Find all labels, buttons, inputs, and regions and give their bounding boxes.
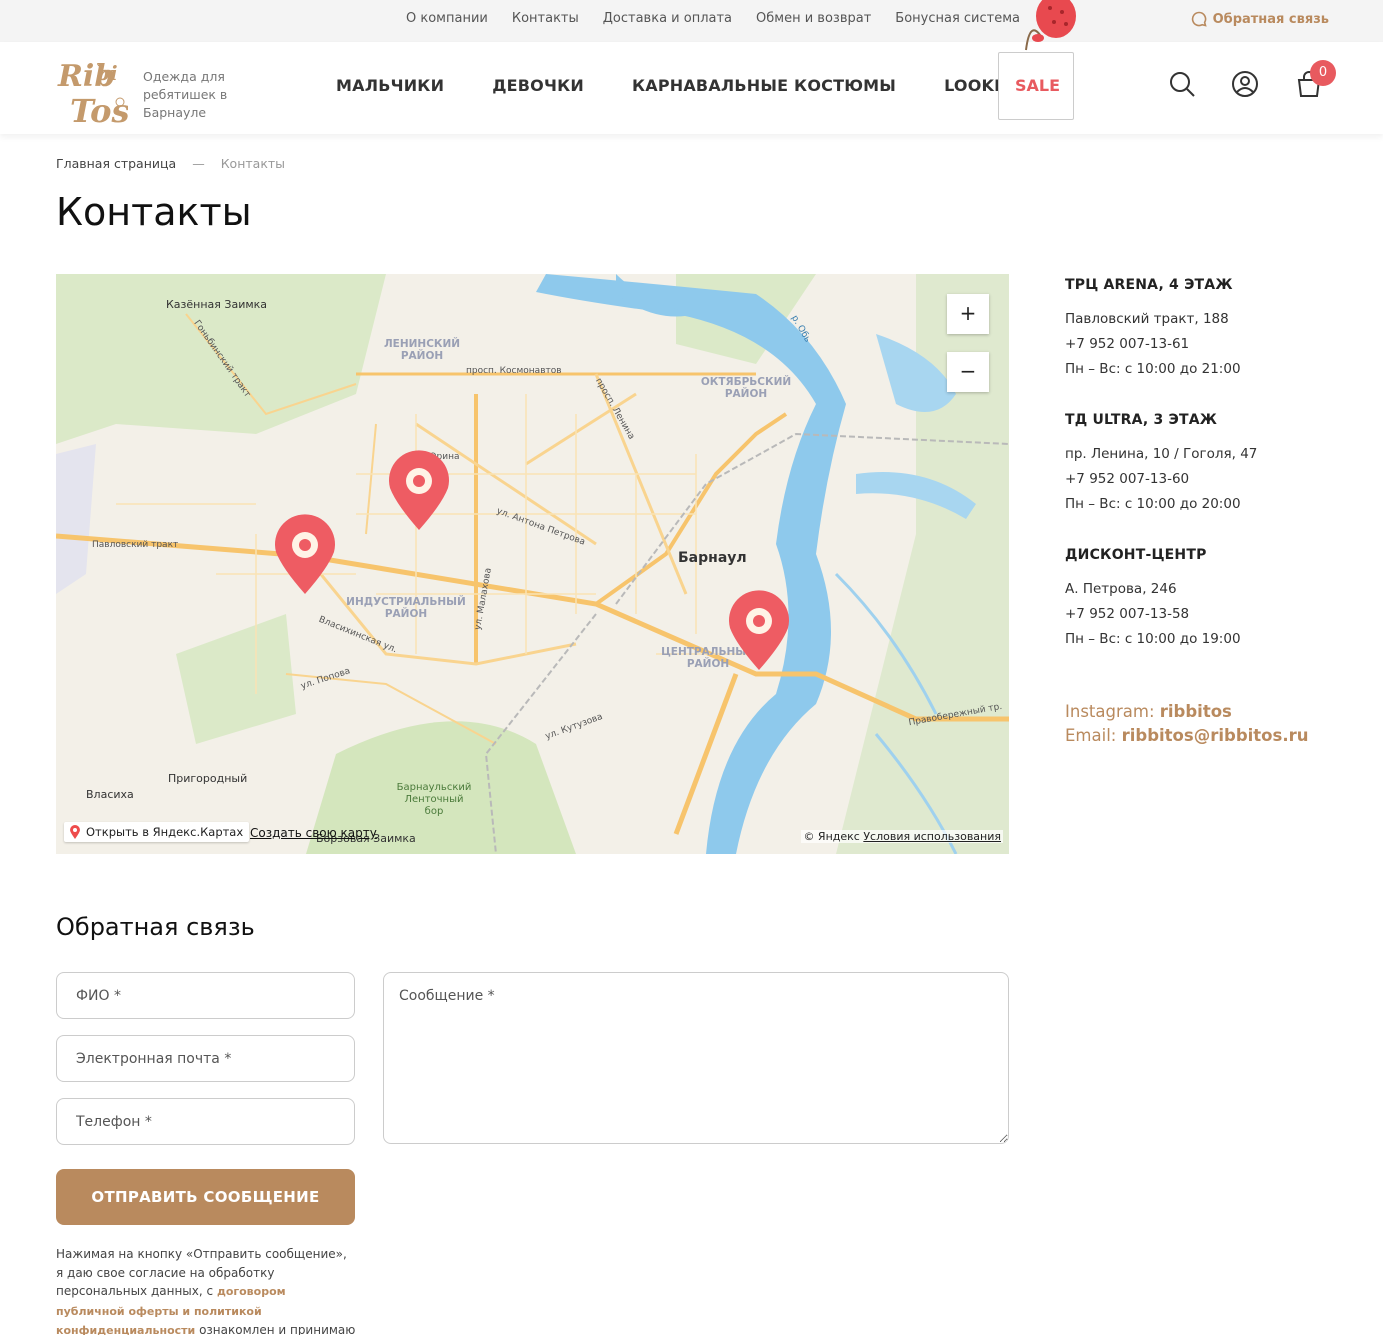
map-street-kosmonavtov: просп. Космонавтов <box>466 366 562 376</box>
store-phone[interactable]: +7 952 007-13-60 <box>1065 467 1365 492</box>
tagline: Одежда для ребятишек в Барнауле <box>143 69 228 120</box>
map-place-barnaul: Барнаул <box>678 550 747 566</box>
top-link-returns[interactable]: Обмен и возврат <box>756 11 871 26</box>
store-hours: Пн – Вс: с 10:00 до 21:00 <box>1065 361 1241 377</box>
strawberry-mascot-icon <box>1025 0 1076 51</box>
store-hours: Пн – Вс: с 10:00 до 20:00 <box>1065 496 1241 512</box>
top-link-contacts[interactable]: Контакты <box>512 11 579 26</box>
consent-text-main: Нажимая на кнопку «Отправить сообщение»,… <box>56 1247 347 1298</box>
main-nav: МАЛЬЧИКИ ДЕВОЧКИ КАРНАВАЛЬНЫЕ КОСТЮМЫ LO… <box>336 76 1047 95</box>
store-hours: Пн – Вс: с 10:00 до 19:00 <box>1065 631 1241 647</box>
store-address: А. Петрова, 246 <box>1065 581 1177 597</box>
map-pin-icon <box>70 825 80 839</box>
create-map-link[interactable]: Создать свою карту <box>250 826 377 840</box>
store-address: Павловский тракт, 188 <box>1065 311 1229 327</box>
email-link[interactable]: ribbitos@ribbitos.ru <box>1122 726 1309 745</box>
header: Rib bi Tos Одежда для ребятишек в Барнау… <box>0 0 1383 134</box>
top-link-delivery[interactable]: Доставка и оплата <box>603 11 732 26</box>
store-address: пр. Ленина, 10 / Гоголя, 47 <box>1065 446 1258 462</box>
open-in-yandex-label: Открыть в Яндекс.Картах <box>86 825 244 839</box>
store-ultra: ТД ULTRA, 3 ЭТАЖ пр. Ленина, 10 / Гоголя… <box>1065 412 1365 517</box>
store-discount: ДИСКОНТ-ЦЕНТР А. Петрова, 246 +7 952 007… <box>1065 547 1365 652</box>
stores-list: ТРЦ ARENA, 4 ЭТАЖ Павловский тракт, 188 … <box>1065 277 1365 682</box>
map-place-kazennaya: Казённая Заимка <box>166 298 268 311</box>
nav-sale[interactable]: SALE <box>1015 76 1060 95</box>
open-in-yandex-button[interactable]: Открыть в Яндекс.Картах <box>64 822 250 842</box>
instagram-link[interactable]: ribbitos <box>1160 702 1232 721</box>
consent-text-tail: ознакомлен и принимаю <box>199 1323 356 1335</box>
message-textarea[interactable] <box>383 972 1009 1144</box>
cart-count-badge: 0 <box>1310 60 1336 86</box>
nav-boys[interactable]: МАЛЬЧИКИ <box>336 76 444 95</box>
user-account-icon[interactable] <box>1231 70 1259 98</box>
store-phone[interactable]: +7 952 007-13-58 <box>1065 602 1365 627</box>
map-street-pavlovsky: Павловский тракт <box>92 540 179 550</box>
map-district-industrialny: ИНДУСТРИАЛЬНЫЙ РАЙОН <box>346 596 466 620</box>
instagram-label: Instagram: <box>1065 702 1155 721</box>
store-arena: ТРЦ ARENA, 4 ЭТАЖ Павловский тракт, 188 … <box>1065 277 1365 382</box>
store-name: ТД ULTRA, 3 ЭТАЖ <box>1065 412 1218 428</box>
store-marker-discount[interactable] <box>726 588 792 672</box>
top-link-bonus[interactable]: Бонусная система <box>895 11 1020 26</box>
social-contacts: Instagram: ribbitos Email: ribbitos@ribb… <box>1065 700 1308 748</box>
feedback-form-title: Обратная связь <box>56 913 255 941</box>
feedback-link[interactable]: Обратная связь <box>1191 11 1329 27</box>
search-icon[interactable] <box>1168 70 1196 98</box>
map-base <box>56 274 1009 854</box>
svg-text:bi: bi <box>96 61 118 85</box>
yandex-map[interactable]: Казённая Заимка Барнаул Пригородный Влас… <box>56 274 1009 854</box>
logo[interactable]: Rib bi Tos <box>56 50 130 130</box>
map-district-leninsky: ЛЕНИНСКИЙ РАЙОН <box>383 338 461 362</box>
map-place-prigorodny: Пригородный <box>168 772 248 785</box>
chat-bubble-icon <box>1191 11 1207 27</box>
feedback-link-label: Обратная связь <box>1212 11 1329 27</box>
email-input[interactable] <box>56 1035 355 1082</box>
map-place-bor: Барнаульский Ленточный бор <box>396 782 472 817</box>
breadcrumb-home[interactable]: Главная страница <box>56 156 176 171</box>
instagram-row: Instagram: ribbitos <box>1065 700 1308 724</box>
name-input[interactable] <box>56 972 355 1019</box>
map-terms-link[interactable]: Условия использования <box>863 830 1001 843</box>
page-title: Контакты <box>56 190 252 234</box>
svg-text:Tos: Tos <box>70 92 128 126</box>
submit-button[interactable]: ОТПРАВИТЬ СООБЩЕНИЕ <box>56 1169 355 1225</box>
store-name: ДИСКОНТ-ЦЕНТР <box>1065 547 1207 563</box>
map-zoom-out-button[interactable]: − <box>947 352 989 392</box>
breadcrumb-separator: — <box>192 156 205 171</box>
consent-text: Нажимая на кнопку «Отправить сообщение»,… <box>56 1245 356 1335</box>
map-district-oktyabrsky: ОКТЯБРЬСКИЙ РАЙОН <box>700 376 792 400</box>
email-row: Email: ribbitos@ribbitos.ru <box>1065 724 1308 748</box>
nav-costumes[interactable]: КАРНАВАЛЬНЫЕ КОСТЮМЫ <box>632 76 896 95</box>
breadcrumb: Главная страница — Контакты <box>56 156 285 171</box>
top-bar: О компании Контакты Доставка и оплата Об… <box>0 0 1383 42</box>
email-label: Email: <box>1065 726 1117 745</box>
breadcrumb-current: Контакты <box>220 156 286 171</box>
store-phone[interactable]: +7 952 007-13-61 <box>1065 332 1365 357</box>
map-place-vlasikha: Власиха <box>86 788 134 801</box>
store-marker-arena[interactable] <box>272 512 338 596</box>
nav-girls[interactable]: ДЕВОЧКИ <box>492 76 584 95</box>
top-link-about[interactable]: О компании <box>406 11 488 26</box>
store-marker-ultra[interactable] <box>386 448 452 532</box>
top-nav: О компании Контакты Доставка и оплата Об… <box>406 11 1020 26</box>
map-zoom-in-button[interactable]: + <box>947 294 989 334</box>
store-name: ТРЦ ARENA, 4 ЭТАЖ <box>1065 277 1233 293</box>
map-copyright-text: © Яндекс <box>803 830 860 843</box>
phone-input[interactable] <box>56 1098 355 1145</box>
map-copyright: © Яндекс Условия использования <box>801 830 1003 843</box>
